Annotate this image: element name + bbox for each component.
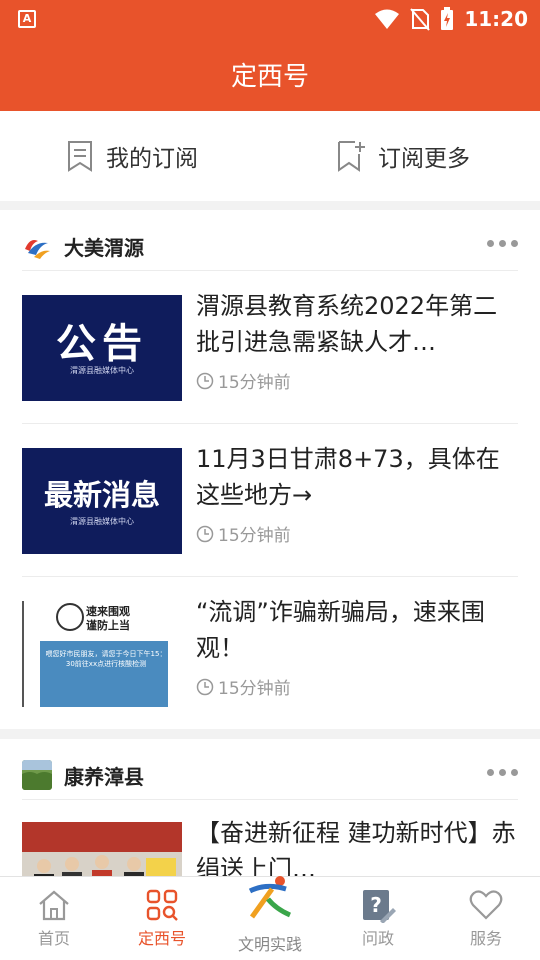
thumbnail-source: 渭源县融媒体中心 [70,517,134,526]
divider [22,799,518,800]
tab-civilization-practice[interactable]: 文明实践 [216,876,324,960]
tab-label: 定西号 [137,929,186,948]
article-meta: 15分钟前 [196,521,291,546]
app-notification-icon: A [18,10,36,28]
divider [22,423,518,424]
wifi-icon [375,9,400,29]
article-meta: 15分钟前 [196,674,291,699]
bottom-tab-bar: 首页 定西号 文明实践 ? 问政 服务 [0,876,540,960]
thumbnail-source: 渭源县融媒体中心 [70,366,134,375]
app-screen: A 11:20 定西号 我的订阅 订阅更多 大美渭源 公告 渭源县融媒体中心 渭… [0,0,540,960]
channel-name: 大美渭源 [64,235,144,260]
question-edit-icon: ? [363,890,396,923]
system-icons: 11:20 [374,5,528,33]
tab-label: 问政 [361,929,394,948]
article-time: 15分钟前 [218,679,291,699]
grid-search-icon [146,889,178,921]
thumbnail-caption: 速来围观 谨防上当 [86,605,130,632]
tab-label: 服务 [469,929,502,948]
thumbnail-text: 公告 [56,320,148,367]
svg-text:?: ? [370,893,382,917]
clock-icon [196,372,214,389]
article-time: 15分钟前 [218,373,291,393]
battery-charging-icon [441,7,454,30]
article-item[interactable]: 最新消息 渭源县融媒体中心 11月3日甘肃8+73，具体在这些地方→ 15分钟前 [22,441,518,561]
my-subscriptions-button[interactable]: 我的订阅 [66,139,198,173]
channel-logo-icon [22,231,52,261]
thumbnail-board-text: 喂您好市民朋友，请您于今日下午15：30前往xx点进行核酸检测 [45,650,167,668]
channel-name: 康养漳县 [64,764,144,789]
subscribe-more-label: 订阅更多 [378,146,470,172]
more-options-button[interactable] [487,240,518,247]
article-title: 渭源县教育系统2022年第二批引进急需紧缺人才… [196,292,498,356]
article-thumbnail: 公告 渭源县融媒体中心 [22,295,182,401]
tab-wenzheng[interactable]: ? 问政 [324,877,432,960]
tab-label: 首页 [37,929,70,948]
article-item[interactable]: 公告 渭源县融媒体中心 渭源县教育系统2022年第二批引进急需紧缺人才… 15分… [22,288,518,408]
bookmark-add-icon [338,141,365,172]
thumbnail-text: 最新消息 [43,478,160,512]
channel-header[interactable]: 大美渭源 [22,224,518,268]
clock: 11:20 [464,7,528,31]
article-title: 11月3日甘肃8+73，具体在这些地方→ [196,445,500,509]
cartoon-face-icon [56,603,84,631]
channel-logo-icon [22,760,52,790]
clock-icon [196,678,214,695]
divider [22,576,518,577]
article-thumbnail: 最新消息 渭源县融媒体中心 [22,448,182,554]
clock-icon [196,525,214,542]
tab-home[interactable]: 首页 [0,877,108,960]
tab-dingxihao[interactable]: 定西号 [108,877,216,960]
subscribe-more-button[interactable]: 订阅更多 [336,139,470,173]
subscription-bar: 我的订阅 订阅更多 [0,111,540,201]
more-options-button[interactable] [487,769,518,776]
no-sim-icon [410,8,431,31]
top-header: 定西号 [0,38,540,111]
article-meta: 15分钟前 [196,368,291,393]
tab-label: 文明实践 [237,935,302,954]
page-title: 定西号 [230,62,309,92]
article-time: 15分钟前 [218,526,291,546]
my-subscriptions-label: 我的订阅 [106,146,198,172]
divider [22,270,518,271]
bookmark-list-icon [68,141,92,172]
channel-header[interactable]: 康养漳县 [22,753,518,797]
status-bar: A 11:20 [0,0,540,38]
article-thumbnail: 速来围观 谨防上当 喂您好市民朋友，请您于今日下午15：30前往xx点进行核酸检… [22,601,182,707]
channel-card-damei-weiyuan: 大美渭源 公告 渭源县融媒体中心 渭源县教育系统2022年第二批引进急需紧缺人才… [0,210,540,729]
tab-services[interactable]: 服务 [432,877,540,960]
article-title: “流调”诈骗新骗局，速来围观！ [196,598,485,662]
home-icon [39,890,69,921]
heart-icon [469,890,503,920]
article-item[interactable]: 速来围观 谨防上当 喂您好市民朋友，请您于今日下午15：30前往xx点进行核酸检… [22,594,518,714]
civilization-logo-icon [248,876,292,919]
